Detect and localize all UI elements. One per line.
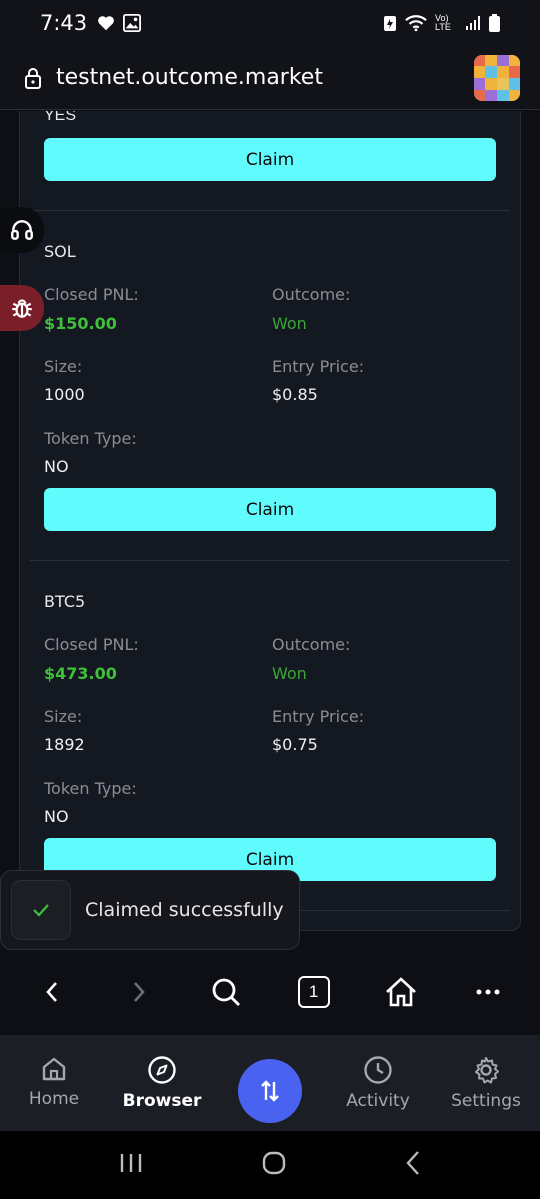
status-time: 7:43 [40,11,88,35]
tab-label: Browser [122,1091,202,1111]
chevron-left-icon [45,982,57,1002]
outcome-value: Won [272,314,307,333]
token-type-value: NO [44,807,69,826]
site-favicon[interactable] [474,54,520,101]
forward-button[interactable] [104,962,174,1022]
tab-activity[interactable]: Activity [328,1055,428,1111]
lock-icon [25,67,41,89]
closed-pnl-label: Closed PNL: [44,635,139,654]
divider [30,210,510,211]
size-label: Size: [44,707,83,726]
chevron-right-icon [134,982,145,1002]
back-button[interactable] [17,962,87,1022]
entry-price-value: $0.75 [272,735,318,754]
bug-icon [12,299,32,318]
tab-label: Home [28,1089,80,1109]
tab-label: Activity [346,1091,410,1111]
support-button[interactable] [0,207,44,253]
tab-label: Settings [451,1091,521,1111]
token-type-label: Token Type: [44,779,137,798]
system-home-button[interactable] [262,1151,286,1180]
tab-count: 1 [308,982,319,1001]
system-navigation-bar [0,1131,540,1199]
address-bar[interactable]: testnet.outcome.market [0,46,540,110]
toast-icon-box [11,880,71,940]
position-name: BTC5 [44,592,86,611]
status-bar: 7:43 Vo) LTE [0,0,540,46]
recent-apps-icon [121,1153,142,1172]
circle-home-icon [262,1151,286,1174]
home-page-button[interactable] [366,962,436,1022]
token-type-label: Token Type: [44,429,137,448]
battery-saver-icon [384,16,396,31]
search-button[interactable] [191,962,261,1022]
entry-price-label: Entry Price: [272,707,365,726]
more-menu-button[interactable] [453,962,523,1022]
checkmark-icon [33,904,49,917]
tab-swap[interactable] [220,1055,320,1123]
token-type-value: YES [44,111,77,124]
outcome-label: Outcome: [272,635,351,654]
swap-button[interactable] [238,1059,302,1123]
signal-icon [466,16,480,30]
size-value: 1892 [44,735,85,754]
claim-button[interactable]: Claim [44,488,496,531]
success-toast[interactable]: Claimed successfully [0,870,300,950]
recent-apps-button[interactable] [119,1152,143,1179]
toast-message: Claimed successfully [85,899,284,921]
gear-icon [475,1057,499,1084]
wifi-icon [405,15,427,32]
bug-report-button[interactable] [0,285,44,331]
back-arrow-icon [406,1150,419,1175]
swap-icon [261,1080,279,1102]
tab-browser[interactable]: Browser [112,1055,212,1111]
image-icon [123,14,142,32]
outcome-label: Outcome: [272,285,351,304]
clock-icon [364,1056,392,1084]
entry-price-value: $0.85 [272,385,318,404]
outcome-value: Won [272,664,307,683]
tab-settings[interactable]: Settings [436,1055,536,1111]
claim-button[interactable]: Claim [44,138,496,181]
divider [30,560,510,561]
app-tab-bar: Home Browser Activity Settings [0,1035,540,1131]
tabs-icon: 1 [297,976,330,1008]
closed-pnl-value: $473.00 [44,664,117,683]
more-dots-icon [476,989,500,995]
house-icon [386,977,416,1007]
position-name: SOL [44,242,76,261]
size-label: Size: [44,357,83,376]
tabs-button[interactable]: 1 [279,962,349,1022]
entry-price-label: Entry Price: [272,357,365,376]
tab-home[interactable]: Home [4,1055,104,1109]
system-back-button[interactable] [405,1150,421,1181]
browser-toolbar: 1 [0,950,540,1034]
home-icon [42,1057,66,1081]
closed-pnl-value: $150.00 [44,314,117,333]
closed-pnl-label: Closed PNL: [44,285,139,304]
page-content[interactable]: YES Claim SOL Closed PNL: Outcome: $150.… [0,111,540,949]
search-icon [212,978,241,1006]
url-text[interactable]: testnet.outcome.market [56,65,323,90]
token-type-value: NO [44,457,69,476]
headset-icon [11,220,33,240]
network-type: Vo) LTE [435,13,451,32]
compass-icon [148,1056,176,1084]
size-value: 1000 [44,385,85,404]
heart-icon [98,16,115,31]
battery-icon [489,14,500,32]
